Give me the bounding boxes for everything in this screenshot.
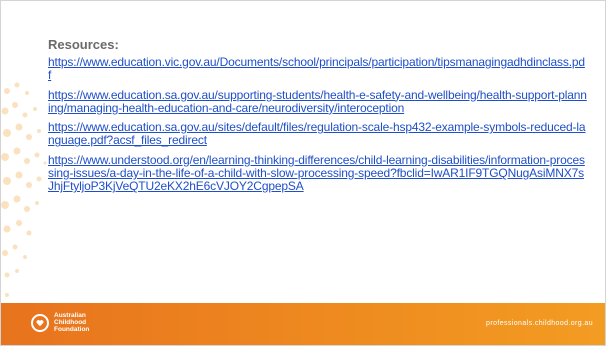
resource-link-understood-processing[interactable]: https://www.understood.org/en/learning-t… [48, 153, 588, 194]
logo-line: Foundation [54, 326, 90, 333]
footer-bar: Australian Childhood Foundation professi… [1, 303, 605, 345]
resource-link-sa-interoception[interactable]: https://www.education.sa.gov.au/supporti… [48, 88, 588, 116]
resource-link-vic-adhd[interactable]: https://www.education.vic.gov.au/Documen… [48, 55, 588, 83]
logo-line: Australian [54, 312, 86, 319]
footer-url: professionals.childhood.org.au [486, 320, 593, 327]
resource-link-sa-regulation-scale[interactable]: https://www.education.sa.gov.au/sites/de… [48, 121, 588, 148]
acf-logo: Australian Childhood Foundation [31, 312, 89, 333]
heart-icon [31, 313, 49, 332]
slide: Resources: https://www.education.vic.gov… [0, 0, 606, 346]
logo-line: Childhood [54, 319, 87, 326]
resources-content: Resources: https://www.education.vic.gov… [48, 37, 588, 200]
logo-text: Australian Childhood Foundation [54, 312, 89, 333]
resources-heading: Resources: [48, 37, 119, 52]
